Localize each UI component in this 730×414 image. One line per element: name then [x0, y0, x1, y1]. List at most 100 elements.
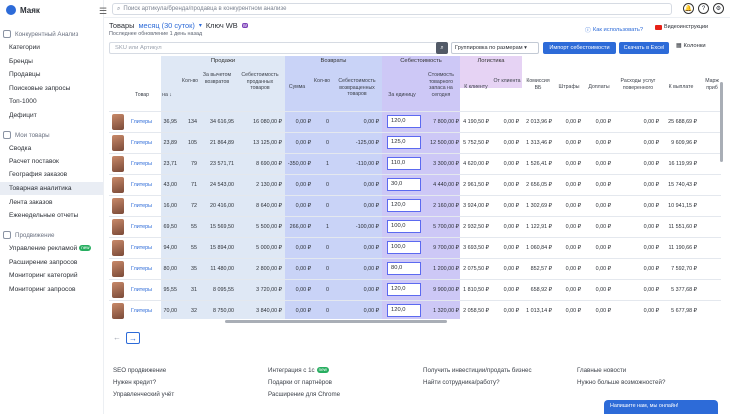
sidebar-section-competitor[interactable]: Конкурентный Анализ — [3, 30, 78, 38]
table-row[interactable]: Глитеры 23,71 79 23 571,71 8 690,00 ₽ -350,00… — [109, 153, 721, 174]
footer-link-jobs[interactable]: Найти сотрудника/работу? — [423, 379, 500, 386]
sidebar-item-sellers[interactable]: Продавцы — [0, 68, 103, 81]
footer-link-seo[interactable]: SEO продвижение — [113, 367, 166, 374]
sidebar-section-promotion[interactable]: Продвижение — [3, 231, 54, 239]
unit-cost-input[interactable]: 100,0 — [387, 241, 421, 254]
sidebar-item-order-feed[interactable]: Лента заказов — [0, 196, 103, 209]
col-price[interactable]: на ↓ — [157, 92, 177, 99]
col-count[interactable]: Кол-во — [181, 78, 199, 85]
sidebar-item-summary[interactable]: Сводка — [0, 142, 103, 155]
search-button[interactable]: ⌕ — [436, 42, 448, 54]
sidebar-item-search-queries[interactable]: Поисковые запросы — [0, 82, 103, 95]
footer-link-1c[interactable]: Интеграция с 1с new — [268, 367, 329, 374]
columns-button[interactable]: ▦ Колонки — [676, 43, 706, 49]
logo[interactable]: Маяк — [6, 5, 40, 15]
horizontal-scrollbar[interactable] — [225, 320, 447, 323]
sidebar-item-category-monitoring[interactable]: Мониторинг категорий — [0, 269, 103, 282]
key-selector[interactable]: Ключ WB — [206, 21, 238, 30]
unit-cost-input[interactable]: 125,0 — [387, 136, 421, 149]
sidebar-item-query-expansion[interactable]: Расширение запросов — [0, 256, 103, 269]
unit-cost-input[interactable]: 120,0 — [387, 304, 421, 317]
product-brand[interactable]: Глитеры — [131, 203, 152, 209]
table-row[interactable]: Глитеры 23,89 105 21 864,89 13 125,00 ₽ 0,00 … — [109, 132, 721, 153]
footer-link-chrome[interactable]: Расширение для Chrome — [268, 391, 340, 398]
help-icon[interactable]: ? — [698, 3, 709, 14]
col-stock-cost[interactable]: Стоимость товарного запаса на сегодня — [422, 72, 460, 98]
grouping-select[interactable]: Группировка по размерам ▾ — [451, 42, 539, 54]
unit-cost-input[interactable]: 30,0 — [387, 178, 421, 191]
sidebar-item-deficit[interactable]: Дефицит — [0, 109, 103, 122]
chevron-down-icon[interactable]: ▾ — [199, 22, 202, 29]
prev-page-button[interactable]: ← — [110, 332, 124, 344]
table-row[interactable]: Глитеры 36,95 134 34 616,95 16 080,00 ₽ 0,00 … — [109, 111, 721, 132]
col-per-unit[interactable]: За единицу — [383, 92, 421, 99]
col-with-returns[interactable]: За вычетом возвратов — [199, 72, 235, 85]
col-ret-sum[interactable]: Сумма — [285, 84, 309, 91]
col-product[interactable]: Товар — [129, 92, 155, 99]
sidebar-item-supply-calc[interactable]: Расчет поставок — [0, 155, 103, 168]
sidebar-item-brands[interactable]: Бренды — [0, 55, 103, 68]
excel-download-button[interactable]: Скачать в Excel — [619, 42, 669, 54]
table-row[interactable]: Глитеры 95,55 31 8 095,55 3 720,00 ₽ 0,00 ₽ 0 0… — [109, 279, 721, 300]
how-to-link[interactable]: ⓘ Как использовать? — [585, 25, 643, 35]
product-brand[interactable]: Глитеры — [131, 182, 152, 188]
col-extra[interactable]: Доплаты — [585, 84, 613, 91]
footer-link-gifts[interactable]: Подарки от партнёров — [268, 379, 332, 386]
unit-cost-input[interactable]: 120,0 — [387, 283, 421, 296]
sidebar-item-weekly-reports[interactable]: Еженедельные отчеты — [0, 209, 103, 222]
gear-icon[interactable]: ⚙ — [713, 3, 724, 14]
period-selector[interactable]: месяц (30 суток) — [138, 21, 194, 30]
bell-icon[interactable]: 🔔 — [683, 3, 694, 14]
table-row[interactable]: Глитеры 43,00 71 24 543,00 2 130,00 ₽ 0,00 ₽ 0… — [109, 174, 721, 195]
product-thumbnail[interactable] — [112, 177, 124, 193]
product-thumbnail[interactable] — [112, 114, 124, 130]
sidebar-item-query-monitoring[interactable]: Мониторинг запросов — [0, 283, 103, 296]
product-thumbnail[interactable] — [112, 156, 124, 172]
product-brand[interactable]: Глитеры — [131, 287, 152, 293]
sku-search-input[interactable]: SKU или Артикул — [109, 42, 446, 54]
sidebar-section-my-products[interactable]: Мои товары — [3, 131, 50, 139]
product-brand[interactable]: Глитеры — [131, 119, 152, 125]
table-row[interactable]: Глитеры 80,00 35 11 480,00 2 800,00 ₽0,00 ₽0… — [109, 258, 721, 279]
unit-cost-input[interactable]: 120,0 — [387, 199, 421, 212]
product-brand[interactable]: Глитеры — [131, 266, 152, 272]
product-thumbnail[interactable] — [112, 135, 124, 151]
footer-link-news[interactable]: Главные новости — [577, 367, 626, 374]
product-brand[interactable]: Глитеры — [131, 245, 152, 251]
col-margin[interactable]: Марж приб — [701, 78, 721, 91]
sidebar-item-product-analytics[interactable]: Товарная аналитика — [0, 182, 103, 195]
product-brand[interactable]: Глитеры — [131, 224, 152, 230]
product-thumbnail[interactable] — [112, 219, 124, 235]
unit-cost-input[interactable]: 120,0 — [387, 115, 421, 128]
sidebar-item-order-geo[interactable]: География заказов — [0, 168, 103, 181]
product-thumbnail[interactable] — [112, 261, 124, 277]
unit-cost-input[interactable]: 80,0 — [387, 262, 421, 275]
col-ret-count[interactable]: Кол-во — [313, 78, 331, 85]
video-instructions-link[interactable]: Видеоинструкции — [655, 24, 708, 30]
col-ret-cost[interactable]: Себестоимость возвращенных товаров — [333, 78, 381, 98]
product-brand[interactable]: Глитеры — [131, 161, 152, 167]
sidebar-item-top1000[interactable]: Топ-1000 — [0, 95, 103, 108]
col-services[interactable]: Расходы услуг поверенного — [615, 78, 661, 91]
footer-link-credit[interactable]: Нужен кредит? — [113, 379, 156, 386]
footer-link-accounting[interactable]: Управленческий учёт — [113, 391, 174, 398]
next-page-button[interactable]: → — [126, 332, 140, 344]
col-from-client[interactable]: От клиента — [493, 78, 521, 85]
sidebar-item-ads[interactable]: Управление рекламой new — [0, 242, 103, 255]
sidebar-item-categories[interactable]: Категории — [0, 41, 103, 54]
table-row[interactable]: Глитеры 94,00 55 15 894,00 5 000,00 ₽ 0,00 ₽ 0… — [109, 237, 721, 258]
product-brand[interactable]: Глитеры — [131, 308, 152, 314]
col-commission[interactable]: Комиссия ВБ — [523, 78, 553, 91]
footer-link-more[interactable]: Нужно больше возможностей? — [577, 379, 665, 386]
table-row[interactable]: Глитеры 70,00 32 8 750,00 3 840,00 ₽ 0,00 ₽ 0 0… — [109, 300, 721, 319]
product-thumbnail[interactable] — [112, 240, 124, 256]
global-search-input[interactable]: ⌕ Поиск артикула/бренда/продавца в конку… — [112, 3, 672, 15]
import-cost-button[interactable]: Импорт себестоимости — [543, 42, 616, 54]
col-payout[interactable]: К выплате — [665, 84, 697, 91]
product-brand[interactable]: Глитеры — [131, 140, 152, 146]
unit-cost-input[interactable]: 110,0 — [387, 157, 421, 170]
col-to-client[interactable]: К клиенту — [461, 84, 491, 91]
vertical-scrollbar[interactable] — [720, 82, 723, 162]
unit-cost-input[interactable]: 100,0 — [387, 220, 421, 233]
product-thumbnail[interactable] — [112, 198, 124, 214]
